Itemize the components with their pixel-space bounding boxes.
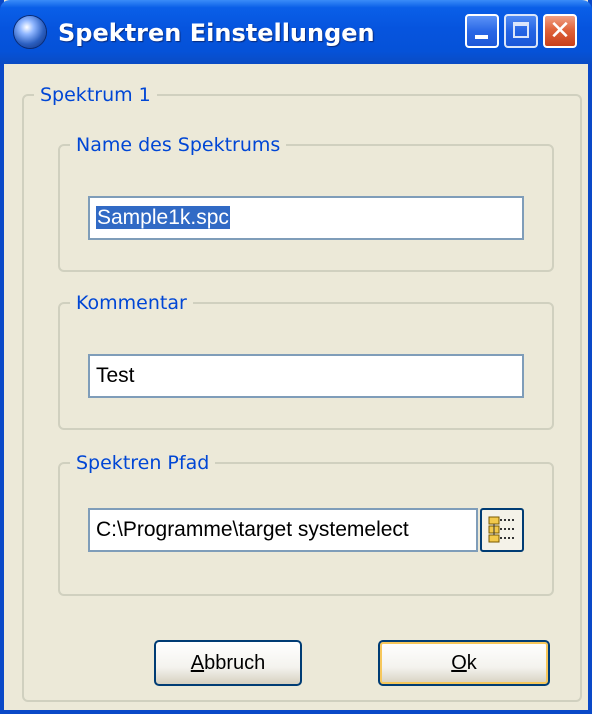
spectrum-name-value: Sample1k.spc [96, 206, 230, 229]
spectrum-group-legend: Spektrum 1 [40, 84, 151, 106]
comment-group-legend: Kommentar [76, 292, 187, 314]
maximize-button[interactable] [504, 14, 538, 48]
browse-button[interactable] [480, 508, 524, 552]
folder-tree-icon [488, 516, 514, 543]
window-title: Spektren Einstellungen [58, 19, 375, 47]
ok-mnemonic: O [451, 652, 467, 674]
cancel-button[interactable]: Abbruch [154, 640, 302, 686]
maximize-icon [513, 22, 529, 38]
comment-value: Test [96, 364, 135, 387]
title-bar[interactable]: Spektren Einstellungen ✕ [0, 0, 592, 64]
comment-input[interactable]: Test [88, 354, 524, 398]
minimize-icon [475, 35, 488, 39]
path-group-legend: Spektren Pfad [76, 452, 210, 474]
close-button[interactable]: ✕ [543, 14, 577, 48]
cancel-label: bbruch [204, 652, 266, 674]
ok-label: k [466, 652, 477, 674]
path-value: C:\Programme\target systemelect [96, 518, 409, 541]
name-group-legend: Name des Spektrums [76, 134, 281, 156]
minimize-button[interactable] [465, 14, 499, 48]
path-input[interactable]: C:\Programme\target systemelect [88, 508, 478, 552]
app-icon [14, 16, 46, 48]
ok-button[interactable]: Ok [378, 640, 550, 686]
close-icon: ✕ [549, 16, 571, 46]
cancel-mnemonic: A [190, 652, 205, 674]
spectrum-name-input[interactable]: Sample1k.spc [88, 196, 524, 240]
